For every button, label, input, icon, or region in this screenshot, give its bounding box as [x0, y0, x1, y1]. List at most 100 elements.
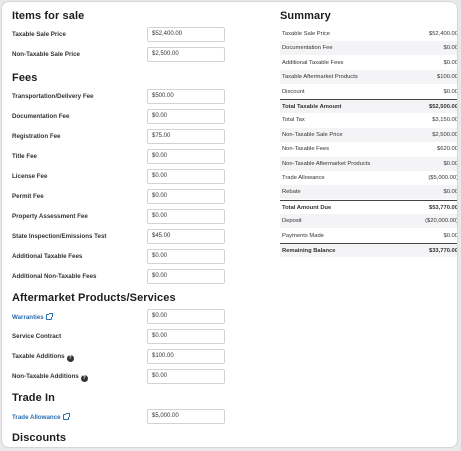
additional-taxable-fees-label: Additional Taxable Fees	[12, 253, 83, 260]
service-contract-input[interactable]: $0.00	[147, 329, 225, 344]
summary-row: Documentation Fee $0.00	[280, 41, 458, 56]
summary-row: Taxable Sale Price $52,400.00	[280, 27, 458, 41]
property-assessment-fee-label: Property Assessment Fee	[12, 213, 88, 220]
summary-row-label: Taxable Sale Price	[282, 31, 331, 37]
service-contract-row: Service Contract $0.00	[12, 329, 232, 345]
summary-row: Deposit ($20,000.00)	[280, 214, 457, 229]
taxable-sale-price-label: Taxable Sale Price	[12, 31, 66, 38]
summary-panel: Summary Taxable Sale Price $52,400.00 Docu…	[280, 10, 457, 257]
help-icon[interactable]: ?	[80, 375, 88, 382]
taxable-additions-row: Taxable Additions? $100.00	[12, 349, 232, 365]
permit-fee-label: Permit Fee	[12, 193, 44, 200]
non-taxable-sale-price-input[interactable]: $2,500.00	[147, 47, 225, 62]
fees-heading: Fees	[12, 72, 38, 84]
summary-row-label: Non-Taxable Sale Price	[282, 131, 343, 138]
service-contract-label: Service Contract	[12, 333, 62, 340]
summary-heading: Summary	[280, 10, 331, 22]
summary-row-label: Trade Allowance	[282, 175, 325, 181]
help-icon[interactable]: ?	[66, 355, 74, 362]
registration-fee-label: Registration Fee	[12, 133, 61, 140]
summary-row: Discount $0.00	[280, 85, 458, 99]
non-taxable-sale-price-row: Non-Taxable Sale Price $2,500.00	[12, 47, 232, 63]
summary-row-label: Documentation Fee	[282, 45, 333, 52]
permit-fee-input[interactable]: $0.00	[147, 189, 225, 204]
summary-row-label: Payments Made	[282, 232, 324, 239]
warranties-input[interactable]: $0.00	[147, 309, 225, 324]
title-fee-input[interactable]: $0.00	[147, 149, 225, 164]
calculator-card: Items for sale Taxable Sale Price $52,40…	[1, 1, 458, 448]
summary-row-value: $2,500.00	[432, 131, 458, 138]
discounts-heading: Discounts	[12, 432, 67, 444]
summary-row-label: Taxable Aftermarket Products	[282, 74, 358, 81]
summary-row-label: Remaining Balance	[282, 248, 336, 254]
aftermarket-heading: Aftermarket Products/Services	[12, 292, 176, 304]
summary-row: Rebate $0.00	[280, 185, 457, 200]
summary-row-value: $52,400.00	[428, 31, 458, 37]
fee-row: Title Fee $0.00	[12, 149, 232, 165]
trade-allowance-link[interactable]: Trade Allowance	[12, 413, 70, 421]
summary-row: Remaining Balance $33,770.00	[280, 243, 458, 257]
summary-row: Total Tax $3,150.00	[280, 113, 458, 127]
registration-fee-input[interactable]: $75.00	[147, 129, 225, 144]
non-taxable-sale-price-label: Non-Taxable Sale Price	[12, 51, 80, 58]
transportation-fee-label: Transportation/Delivery Fee	[12, 93, 94, 100]
summary-row-label: Total Taxable Amount	[282, 104, 342, 110]
taxable-additions-input[interactable]: $100.00	[147, 349, 225, 364]
summary-row-value: $620.00	[437, 146, 458, 153]
summary-row-label: Additional Taxable Fees	[282, 59, 344, 66]
non-taxable-additions-row: Non-Taxable Additions? $0.00	[12, 369, 232, 385]
fee-row: License Fee $0.00	[12, 169, 232, 185]
summary-row-value: $0.00	[443, 88, 458, 95]
warranties-label: Warranties	[12, 314, 44, 321]
fee-row: Additional Non-Taxable Fees $0.00	[12, 269, 232, 285]
state-inspection-input[interactable]: $45.00	[147, 229, 225, 244]
summary-row-label: Total Amount Due	[282, 204, 332, 211]
summary-row-value: $100.00	[437, 74, 458, 81]
trade-in-heading: Trade In	[12, 392, 55, 404]
trade-allowance-label: Trade Allowance	[12, 414, 61, 421]
summary-row-label: Rebate	[282, 189, 301, 196]
summary-row: Trade Allowance ($5,000.00)	[280, 171, 457, 185]
summary-row-value: $52,500.00	[428, 104, 458, 110]
trade-allowance-input[interactable]: $5,000.00	[147, 409, 225, 424]
external-link-icon	[62, 413, 70, 420]
documentation-fee-input[interactable]: $0.00	[147, 109, 225, 124]
fee-row: Documentation Fee $0.00	[12, 109, 232, 125]
summary-row-value: $0.00	[443, 59, 458, 66]
fee-row: State Inspection/Emissions Test $45.00	[12, 229, 232, 245]
summary-row: Total Amount Due $53,770.00	[280, 199, 457, 214]
summary-row-label: Non-Taxable Aftermarket Products	[282, 160, 371, 167]
summary-row: Non-Taxable Fees $620.00	[280, 142, 458, 156]
summary-row: Total Taxable Amount $52,500.00	[280, 99, 458, 113]
external-link-icon	[45, 313, 53, 320]
summary-row: Payments Made $0.00	[280, 229, 458, 243]
trade-allowance-row: Trade Allowance $5,000.00	[12, 409, 232, 425]
transportation-fee-input[interactable]: $500.00	[147, 89, 225, 104]
fee-row: Permit Fee $0.00	[12, 189, 232, 205]
warranties-link[interactable]: Warranties	[12, 313, 53, 321]
additional-taxable-fees-input[interactable]: $0.00	[147, 249, 225, 264]
summary-row-label: Non-Taxable Fees	[282, 146, 330, 153]
taxable-sale-price-input[interactable]: $52,400.00	[147, 27, 225, 42]
license-fee-label: License Fee	[12, 173, 48, 180]
non-taxable-additions-label: Non-Taxable Additions	[12, 373, 79, 380]
summary-row: Taxable Aftermarket Products $100.00	[280, 70, 458, 85]
title-fee-label: Title Fee	[12, 153, 37, 160]
non-taxable-additions-input[interactable]: $0.00	[147, 369, 225, 384]
summary-row: Additional Taxable Fees $0.00	[280, 56, 458, 70]
summary-row-label: Discount	[282, 88, 305, 95]
summary-row-value: $3,150.00	[432, 117, 458, 124]
summary-row-value: $0.00	[443, 45, 458, 52]
summary-row-label: Total Tax	[282, 117, 305, 124]
summary-row-value: $0.00	[443, 232, 458, 239]
summary-row-value: $0.00	[443, 160, 458, 167]
license-fee-input[interactable]: $0.00	[147, 169, 225, 184]
additional-non-taxable-fees-input[interactable]: $0.00	[147, 269, 225, 284]
fee-row: Property Assessment Fee $0.00	[12, 209, 232, 225]
additional-non-taxable-fees-label: Additional Non-Taxable Fees	[12, 273, 97, 280]
fee-row: Registration Fee $75.00	[12, 129, 232, 145]
state-inspection-label: State Inspection/Emissions Test	[12, 233, 107, 240]
summary-row-value: $33,770.00	[428, 248, 458, 254]
warranties-row: Warranties $0.00	[12, 309, 232, 325]
property-assessment-fee-input[interactable]: $0.00	[147, 209, 225, 224]
